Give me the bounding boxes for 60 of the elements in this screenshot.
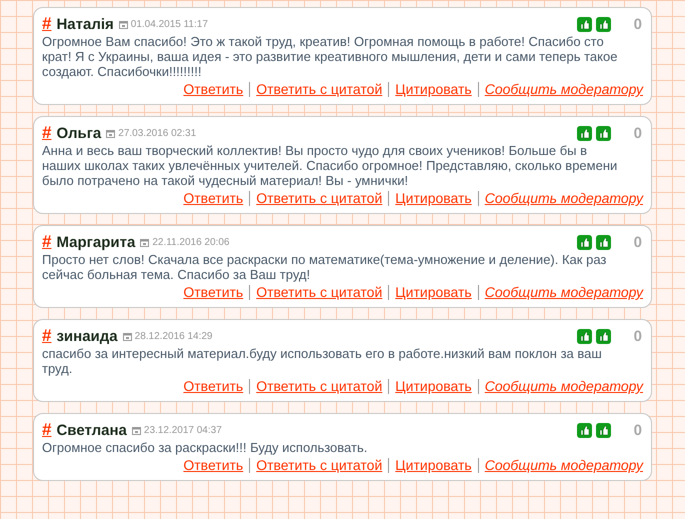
- thumbs-up-icon[interactable]: [596, 422, 611, 438]
- permalink[interactable]: #: [42, 232, 52, 252]
- action-link[interactable]: Сообщить модератору: [484, 81, 643, 98]
- permalink[interactable]: #: [42, 123, 52, 143]
- thumbs-up-icon[interactable]: [596, 328, 611, 344]
- comment-text: Огромное спасибо за раскраски!!! Буду использовать.: [42, 440, 368, 455]
- action-link[interactable]: Ответить с цитатой: [256, 457, 382, 474]
- author-name: зинаида: [56, 328, 118, 344]
- action-link[interactable]: Ответить: [183, 378, 244, 395]
- action-link[interactable]: Цитировать: [395, 457, 472, 474]
- thumbs-up-icon[interactable]: [576, 234, 592, 250]
- thumbs-up-icon[interactable]: [596, 234, 611, 250]
- thumbs-up-icon[interactable]: [576, 126, 592, 140]
- rating-count: 0: [634, 422, 642, 438]
- action-link[interactable]: Сообщить модератору: [484, 284, 643, 301]
- calendar-icon: [140, 238, 150, 246]
- calendar-icon: [118, 20, 128, 28]
- calendar-icon: [122, 332, 132, 340]
- action-link[interactable]: Сообщить модератору: [484, 457, 643, 474]
- comment-date: 22.11.2016 20:06: [152, 236, 230, 248]
- author-name: Ольга: [56, 124, 102, 142]
- action-link[interactable]: Цитировать: [395, 378, 472, 395]
- comment-text: Анна и весь ваш творческий коллектив! Вы просто чудо для своих учеников! Больше бы в наших школах таких увлечённых учителей. Спасибо огромное! Представляю, сколько времени было потрачено на такой чудесный материал! Вы - умнички!: [42, 143, 618, 188]
- comment-text: Огромное Вам спасибо! Это ж такой труд, креатив! Огромная помощь в работе! Спасибо сто крат! Я с Украины, ваша идея - это развитие креативного мышления, дети и сами теперь такое создают. Спасибочки!!!!!!!!!: [42, 34, 618, 79]
- action-link[interactable]: Сообщить модератору: [484, 378, 643, 395]
- thumbs-up-icon[interactable]: [576, 328, 592, 344]
- permalink[interactable]: #: [42, 326, 52, 346]
- permalink[interactable]: #: [42, 420, 52, 440]
- permalink[interactable]: #: [42, 14, 52, 34]
- rating-count: 0: [634, 234, 642, 250]
- comment-text: спасибо за интересный материал.буду использовать его в работе.низкий вам поклон за ваш труд.: [42, 346, 603, 376]
- comment-text: Просто нет слов! Скачала все раскраски по математике(тема-умножение и деление). Как раз сейчас больная тема. Спасибо за Ваш труд!: [42, 252, 608, 282]
- action-link[interactable]: Сообщить модератору: [484, 190, 643, 207]
- action-link[interactable]: Ответить с цитатой: [256, 284, 382, 301]
- thumbs-up-icon[interactable]: [576, 422, 592, 438]
- calendar-icon: [132, 426, 141, 434]
- rating-count: 0: [634, 16, 642, 32]
- action-link[interactable]: Ответить: [183, 457, 244, 474]
- action-link[interactable]: Цитировать: [395, 190, 472, 207]
- action-link[interactable]: Цитировать: [395, 284, 472, 301]
- thumbs-up-icon[interactable]: [596, 126, 611, 140]
- action-link[interactable]: Ответить с цитатой: [256, 190, 382, 207]
- thumbs-up-icon[interactable]: [576, 16, 592, 32]
- comment-date: 01.04.2015 11:17: [130, 18, 208, 30]
- action-link[interactable]: Ответить с цитатой: [256, 378, 382, 395]
- thumbs-up-icon[interactable]: [596, 16, 611, 32]
- action-link[interactable]: Ответить с цитатой: [256, 81, 382, 98]
- action-link[interactable]: Цитировать: [395, 81, 472, 98]
- author-name: Маргарита: [56, 234, 136, 250]
- rating-count: 0: [634, 124, 642, 142]
- comment-date: 23.12.2017 04:37: [144, 424, 222, 436]
- action-link[interactable]: Ответить: [183, 81, 244, 98]
- calendar-icon: [106, 128, 116, 138]
- comment-date: 28.12.2016 14:29: [134, 330, 212, 342]
- author-name: Светлана: [56, 422, 127, 438]
- author-name: Наталія: [56, 16, 114, 32]
- rating-count: 0: [634, 328, 642, 344]
- action-link[interactable]: Ответить: [183, 190, 244, 207]
- comment-date: 27.03.2016 02:31: [118, 128, 196, 138]
- action-link[interactable]: Ответить: [183, 284, 244, 301]
